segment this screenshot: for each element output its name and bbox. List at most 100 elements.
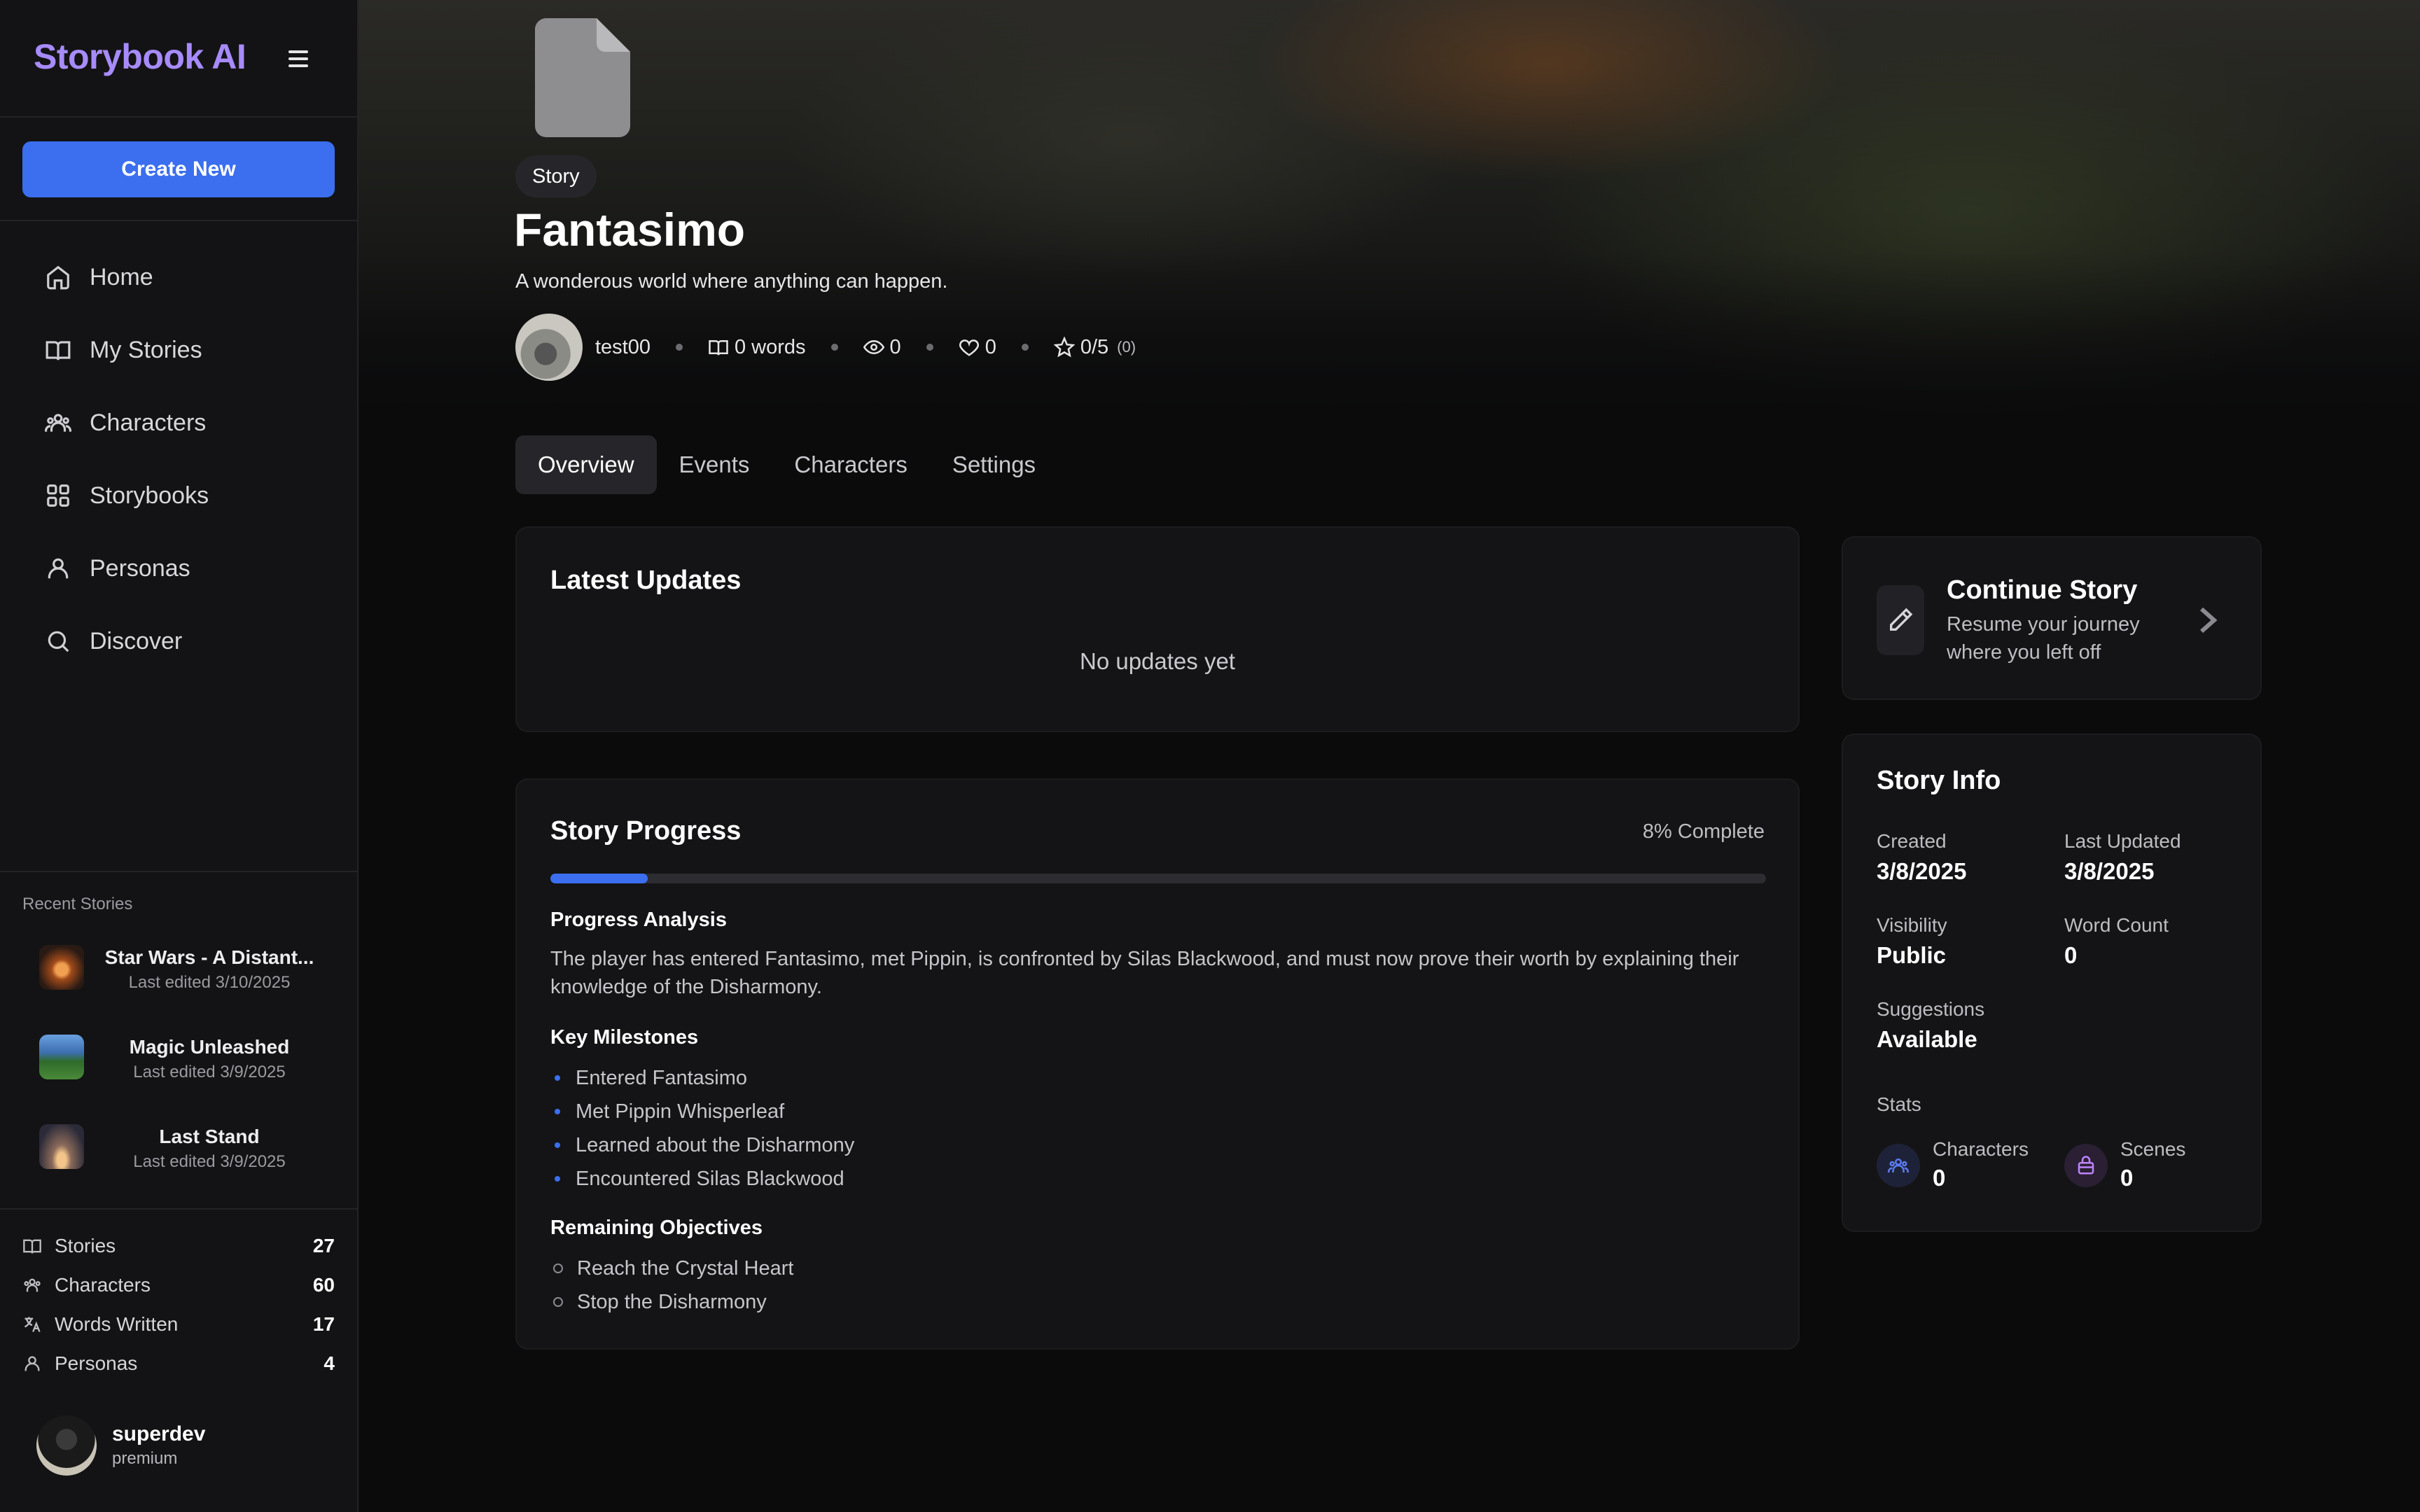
recent-story-name: Last Stand	[159, 1126, 260, 1147]
chevron-right-icon	[2200, 607, 2218, 634]
section-heading: Progress Analysis	[550, 909, 727, 931]
recent-story-item[interactable]: Star Wars - A Distant... Last edited 3/1…	[0, 924, 357, 1014]
list-item: Reach the Crystal Heart	[550, 1252, 793, 1285]
home-icon	[47, 265, 69, 290]
empty-state: No updates yet	[1080, 648, 1235, 674]
users-icon	[1888, 1158, 1909, 1172]
user-name: superdev	[112, 1422, 206, 1446]
sidebar-item-my-stories[interactable]: My Stories	[0, 314, 357, 386]
like-count: 0	[985, 335, 996, 358]
list-item: Encountered Silas Blackwood	[550, 1162, 854, 1196]
stat-words-written: Words Written 17	[22, 1305, 335, 1344]
card-title: Story Info	[1877, 766, 2001, 795]
rating: 0/5	[1080, 335, 1109, 358]
list-item: Stop the Disharmony	[550, 1285, 793, 1319]
recent-story-date: Last edited 3/9/2025	[133, 1063, 286, 1082]
progress-percent: 8% Complete	[1642, 820, 1765, 843]
continue-subtitle: Resume your journey where you left off	[1947, 613, 2140, 664]
sidebar-item-discover[interactable]: Discover	[0, 605, 357, 678]
sidebar-item-label: My Stories	[90, 336, 202, 363]
users-icon	[24, 1278, 41, 1292]
continue-title: Continue Story	[1947, 575, 2138, 605]
star-icon[interactable]	[1053, 337, 1075, 358]
visibility-label: Visibility	[1877, 914, 1947, 936]
list-item: Learned about the Disharmony	[550, 1128, 854, 1162]
create-new-button[interactable]: Create New	[22, 141, 335, 197]
tab-settings[interactable]: Settings	[930, 435, 1058, 494]
recent-story-item[interactable]: Magic Unleashed Last edited 3/9/2025	[0, 1014, 357, 1103]
tab-overview[interactable]: Overview	[515, 435, 657, 494]
milestone-text: Learned about the Disharmony	[576, 1134, 855, 1156]
suggestions-label: Suggestions	[1877, 998, 1985, 1020]
circle-icon	[553, 1297, 563, 1307]
search-icon	[48, 631, 69, 652]
recent-story-item[interactable]: Last Stand Last edited 3/9/2025	[0, 1103, 357, 1193]
updated-label: Last Updated	[2064, 830, 2181, 852]
bullet	[555, 1109, 560, 1114]
stat-label: Characters	[55, 1274, 151, 1296]
stat-value: 60	[312, 1274, 335, 1296]
word-count: 0 words	[735, 335, 806, 358]
scenes-stat-value: 0	[2120, 1165, 2134, 1191]
created-label: Created	[1877, 830, 1947, 852]
section-heading: Remaining Objectives	[550, 1217, 763, 1239]
continue-story-card[interactable]: Continue Story Resume your journey where…	[1842, 536, 2262, 700]
recent-story-thumbnail	[39, 945, 84, 990]
users-icon	[45, 414, 71, 432]
eye-icon	[863, 340, 884, 355]
story-meta: test00 0 words 0 0 0/5 (0)	[515, 314, 1136, 381]
author-name[interactable]: test00	[595, 336, 651, 359]
user-icon	[25, 1356, 40, 1371]
main-nav: Home My Stories Characters Storybooks Pe…	[0, 241, 357, 678]
recent-story-thumbnail	[39, 1124, 84, 1169]
scenes-stat-icon	[2064, 1144, 2108, 1187]
recent-story-name: Magic Unleashed	[129, 1036, 290, 1058]
avatar	[36, 1415, 97, 1476]
user-stats: Stories 27 Characters 60 Words Written 1…	[22, 1226, 335, 1383]
pencil-icon	[1890, 608, 1913, 631]
sidebar-item-label: Personas	[90, 554, 190, 582]
objective-text: Reach the Crystal Heart	[577, 1257, 794, 1280]
story-description: A wonderous world where anything can hap…	[515, 270, 948, 293]
milestones-list: Entered Fantasimo Met Pippin Whisperleaf…	[550, 1061, 854, 1196]
recent-story-date: Last edited 3/9/2025	[133, 1152, 286, 1171]
story-progress-card: Story Progress 8% Complete Progress Anal…	[515, 778, 1800, 1350]
visibility-value: Public	[1877, 942, 1947, 968]
menu-icon[interactable]	[283, 46, 314, 71]
wordcount-label: Word Count	[2064, 914, 2169, 936]
milestone-text: Encountered Silas Blackwood	[576, 1168, 844, 1190]
tab-events[interactable]: Events	[657, 435, 772, 494]
list-item: Entered Fantasimo	[550, 1061, 854, 1095]
tab-characters[interactable]: Characters	[772, 435, 929, 494]
separator-dot	[676, 344, 683, 351]
author-avatar[interactable]	[515, 314, 583, 381]
recent-story-name: Star Wars - A Distant...	[104, 946, 314, 968]
create-section: Create New	[0, 118, 357, 221]
list-item: Met Pippin Whisperleaf	[550, 1095, 854, 1128]
brand-logo[interactable]: Storybook AI	[34, 36, 246, 77]
scenes-stat-label: Scenes	[2120, 1138, 2186, 1160]
section-heading: Key Milestones	[550, 1026, 699, 1049]
stat-stories: Stories 27	[22, 1226, 335, 1266]
objective-text: Stop the Disharmony	[577, 1291, 767, 1313]
book-icon	[709, 340, 728, 356]
pencil-button	[1877, 585, 1924, 655]
sidebar-item-characters[interactable]: Characters	[0, 386, 357, 459]
sidebar-item-storybooks[interactable]: Storybooks	[0, 459, 357, 532]
page-title: Fantasimo	[514, 204, 746, 255]
characters-stat-label: Characters	[1933, 1138, 2029, 1160]
latest-updates-card: Latest Updates No updates yet	[515, 526, 1800, 732]
sidebar-header: Storybook AI	[0, 0, 357, 118]
sidebar-item-home[interactable]: Home	[0, 241, 357, 314]
sidebar-item-personas[interactable]: Personas	[0, 532, 357, 605]
book-icon	[46, 341, 71, 360]
card-title: Story Progress	[550, 816, 742, 846]
card-title: Latest Updates	[550, 566, 742, 595]
updated-value: 3/8/2025	[2064, 858, 2155, 884]
rating-count: (0)	[1117, 338, 1136, 356]
progress-bar-fill	[550, 874, 648, 883]
recent-story-date: Last edited 3/10/2025	[128, 973, 291, 992]
stat-label: Personas	[55, 1352, 138, 1374]
heart-icon[interactable]	[959, 337, 980, 358]
view-count: 0	[889, 335, 901, 358]
